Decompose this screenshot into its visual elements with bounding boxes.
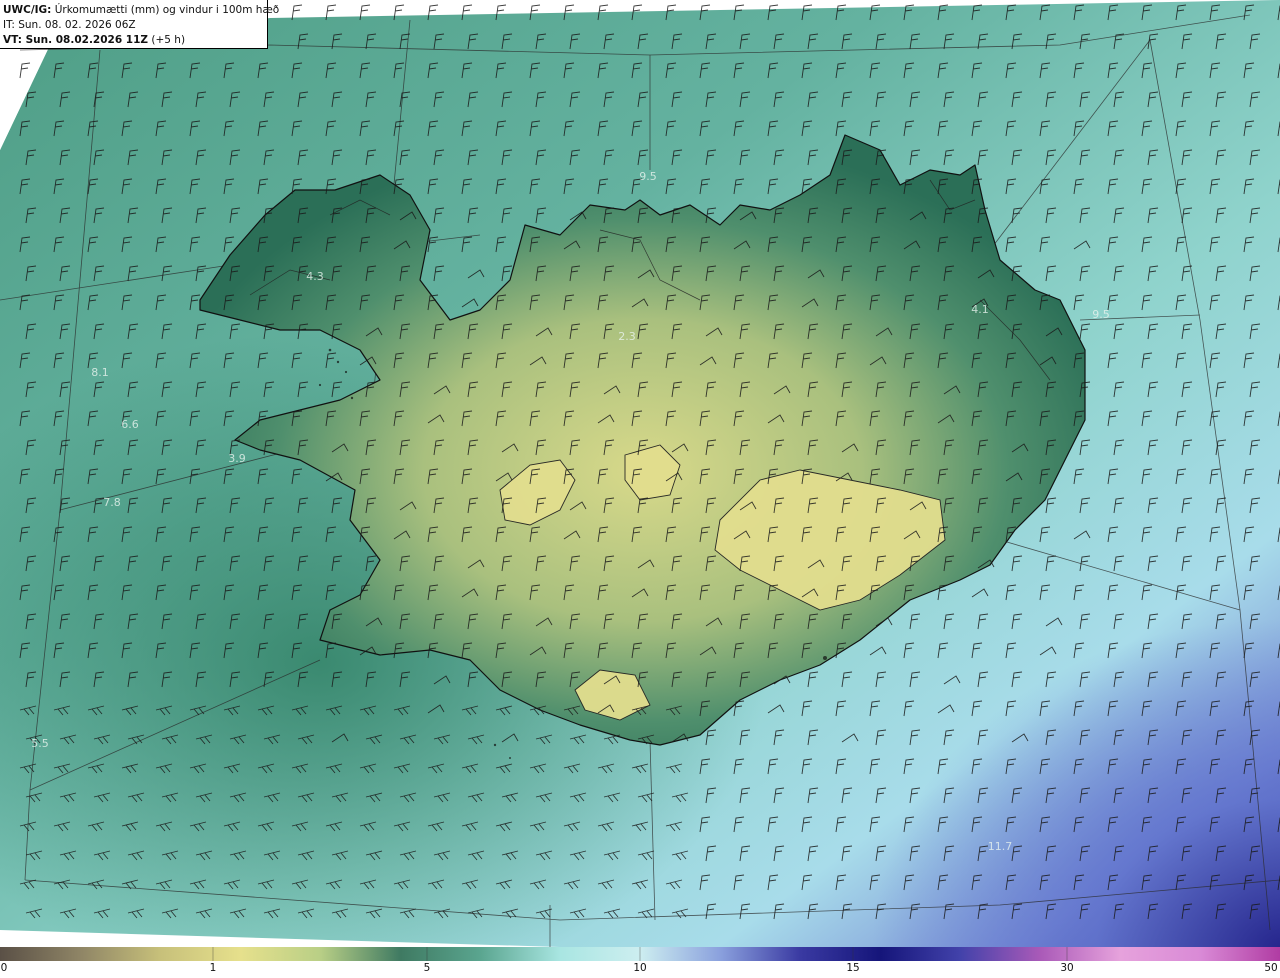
colorbar-tick: 5	[423, 962, 431, 974]
map-value-label: 9.5	[1092, 308, 1110, 321]
issue-time: IT: Sun. 08. 02. 2026 06Z	[3, 19, 136, 31]
colorbar-tick: 50	[1264, 962, 1278, 974]
map-viewer: 4.3 2.3 4.1 9.5 8.1 6.6 3.9 7.8 5.5 11.7…	[0, 0, 1280, 978]
map-info-box: UWC/IG: Úrkomumætti (mm) og vindur i 100…	[0, 0, 279, 49]
model-name: UWC/IG:	[3, 4, 52, 16]
colorbar-tick: 1	[209, 962, 217, 974]
map-value-label: 3.9	[228, 452, 246, 465]
map-value-label: 2.3	[618, 330, 636, 343]
map-value-label: 7.8	[103, 496, 121, 509]
colorbar-tick: 15	[846, 962, 860, 974]
precipitation-map: 4.3 2.3 4.1 9.5 8.1 6.6 3.9 7.8 5.5 11.7…	[0, 0, 1280, 947]
colorbar-tick: 0	[0, 962, 8, 974]
map-value-label: 4.1	[971, 303, 989, 316]
map-title: Úrkomumætti (mm) og vindur i 100m hæð	[54, 4, 280, 16]
colorbar	[0, 947, 1280, 961]
map-value-label: 5.5	[31, 737, 49, 750]
colorbar-tick: 30	[1060, 962, 1074, 974]
map-value-label: 11.7	[988, 840, 1013, 853]
map-value-label: 9.5	[639, 170, 657, 183]
valid-time: VT: Sun. 08.02.2026 11Z	[3, 34, 149, 46]
forecast-offset: (+5 h)	[151, 34, 186, 46]
colorbar-tick: 10	[633, 962, 647, 974]
map-value-label: 8.1	[91, 366, 109, 379]
map-value-label: 4.3	[306, 270, 324, 283]
map-value-label: 6.6	[121, 418, 139, 431]
